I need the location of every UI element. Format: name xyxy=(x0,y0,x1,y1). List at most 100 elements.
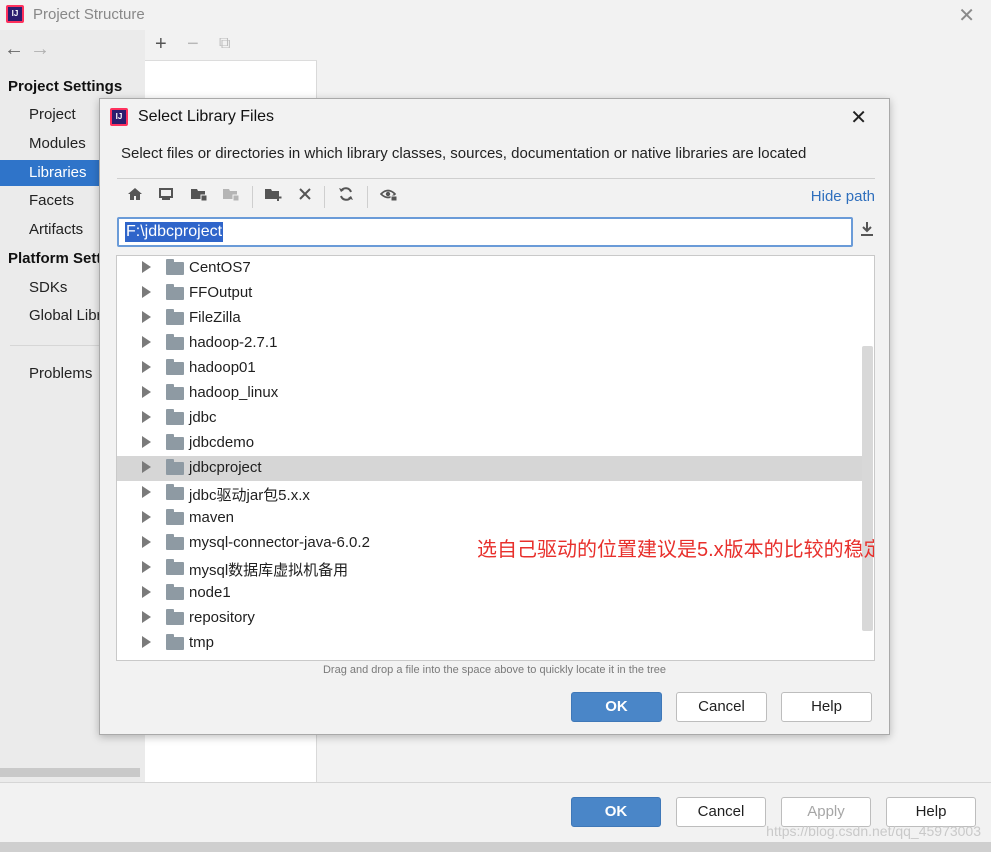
folder-icon xyxy=(166,484,184,500)
nav-arrows: ←→ xyxy=(4,38,56,61)
expand-arrow-icon[interactable] xyxy=(142,561,151,573)
folder-icon xyxy=(166,259,184,275)
dialog-close-button[interactable]: ✕ xyxy=(850,105,867,130)
tree-item-label: hadoop-2.7.1 xyxy=(189,334,278,351)
path-input[interactable]: F:\jdbcproject xyxy=(117,217,853,247)
folder-icon xyxy=(166,534,184,550)
tree-item[interactable]: FileZilla xyxy=(117,306,862,331)
back-arrow-icon[interactable]: ← xyxy=(4,38,30,60)
ok-button[interactable]: OK xyxy=(571,797,661,827)
expand-arrow-icon[interactable] xyxy=(142,611,151,623)
tree-item-label: mysql-connector-java-6.0.2 xyxy=(189,534,370,551)
tree-item-label: maven xyxy=(189,509,235,526)
drag-drop-hint: Drag and drop a file into the space abov… xyxy=(322,664,667,676)
window-title: Project Structure xyxy=(33,6,145,23)
expand-arrow-icon[interactable] xyxy=(142,261,151,273)
tree-item[interactable]: jdbc xyxy=(117,406,862,431)
new-folder-icon[interactable] xyxy=(262,186,284,208)
tree-item[interactable]: CentOS7 xyxy=(117,256,862,281)
tree-item[interactable]: FFOutput xyxy=(117,281,862,306)
expand-arrow-icon[interactable] xyxy=(142,286,151,298)
folder-icon xyxy=(166,434,184,450)
toolbar-separator xyxy=(367,186,368,208)
expand-arrow-icon[interactable] xyxy=(142,311,151,323)
sidebar-scrollbar[interactable] xyxy=(0,768,140,777)
folder-icon xyxy=(166,334,184,350)
delete-icon[interactable] xyxy=(294,186,316,208)
expand-arrow-icon[interactable] xyxy=(142,361,151,373)
tree-item-label: FileZilla xyxy=(189,309,241,326)
intellij-logo-icon: IJ xyxy=(110,108,128,126)
file-tree[interactable]: CentOS7 FFOutput FileZilla hadoop-2.7.1 … xyxy=(116,255,875,661)
project-settings-header: Project Settings xyxy=(8,78,123,95)
tree-item[interactable]: hadoop-2.7.1 xyxy=(117,331,862,356)
add-library-button[interactable]: + xyxy=(155,33,167,56)
desktop-icon[interactable] xyxy=(155,186,177,208)
expand-arrow-icon[interactable] xyxy=(142,411,151,423)
tree-item-label: jdbc xyxy=(189,409,217,426)
tree-item[interactable]: jdbc驱动jar包5.x.x xyxy=(117,481,862,506)
red-annotation-note: 选自己驱动的位置建议是5.x版本的比较的稳定 xyxy=(477,539,875,561)
remove-library-button[interactable]: − xyxy=(187,33,199,56)
folder-icon xyxy=(166,634,184,650)
expand-arrow-icon[interactable] xyxy=(142,511,151,523)
tree-item[interactable]: jdbcdemo xyxy=(117,431,862,456)
dialog-help-button[interactable]: Help xyxy=(781,692,872,722)
tree-item-selected[interactable]: jdbcproject xyxy=(117,456,862,481)
folder-icon xyxy=(166,509,184,525)
tree-item[interactable]: tmp xyxy=(117,631,862,656)
tree-item-label: repository xyxy=(189,609,255,626)
tree-item[interactable]: hadoop_linux xyxy=(117,381,862,406)
select-library-files-dialog: IJ Select Library Files ✕ Select files o… xyxy=(99,98,890,735)
window-close-button[interactable]: ✕ xyxy=(958,3,975,28)
tree-item-label: jdbcproject xyxy=(189,459,262,476)
tree-item[interactable]: repository xyxy=(117,606,862,631)
tree-scrollbar[interactable] xyxy=(862,346,873,631)
tree-item[interactable]: maven xyxy=(117,506,862,531)
folder-icon xyxy=(166,584,184,600)
home-icon[interactable] xyxy=(124,186,146,208)
download-icon[interactable] xyxy=(859,220,875,243)
tree-item[interactable]: hadoop01 xyxy=(117,356,862,381)
dialog-cancel-button[interactable]: Cancel xyxy=(676,692,767,722)
toolbar-separator xyxy=(324,186,325,208)
tree-item[interactable]: node1 xyxy=(117,581,862,606)
copy-library-button[interactable]: ⧉ xyxy=(219,35,230,53)
dialog-title: Select Library Files xyxy=(138,108,275,125)
tree-item-label: jdbc驱动jar包5.x.x xyxy=(189,487,310,504)
folder-icon xyxy=(166,284,184,300)
expand-arrow-icon[interactable] xyxy=(142,461,151,473)
project-folder-icon[interactable] xyxy=(188,186,210,208)
refresh-icon[interactable] xyxy=(335,186,357,208)
dialog-separator xyxy=(117,178,875,179)
folder-icon xyxy=(166,459,184,475)
module-folder-icon[interactable] xyxy=(220,186,242,208)
dialog-description: Select files or directories in which lib… xyxy=(121,145,807,162)
tree-item-label: CentOS7 xyxy=(189,259,251,276)
hide-path-link[interactable]: Hide path xyxy=(811,188,875,205)
expand-arrow-icon[interactable] xyxy=(142,586,151,598)
tree-item-label: jdbcdemo xyxy=(189,434,255,451)
expand-arrow-icon[interactable] xyxy=(142,486,151,498)
folder-icon xyxy=(166,559,184,575)
tree-item-label: hadoop_linux xyxy=(189,384,279,401)
forward-arrow-icon[interactable]: → xyxy=(30,38,56,60)
tree-item-label: node1 xyxy=(189,584,231,601)
expand-arrow-icon[interactable] xyxy=(142,636,151,648)
cancel-button[interactable]: Cancel xyxy=(676,797,766,827)
bottom-strip xyxy=(0,842,991,852)
expand-arrow-icon[interactable] xyxy=(142,536,151,548)
tree-item-label: FFOutput xyxy=(189,284,253,301)
tree-item-label: hadoop01 xyxy=(189,359,256,376)
folder-icon xyxy=(166,609,184,625)
libraries-toolbar: + − ⧉ xyxy=(145,30,317,61)
intellij-logo-icon: IJ xyxy=(6,5,24,23)
expand-arrow-icon[interactable] xyxy=(142,436,151,448)
dialog-ok-button[interactable]: OK xyxy=(571,692,662,722)
tree-item-label: tmp xyxy=(189,634,215,651)
expand-arrow-icon[interactable] xyxy=(142,386,151,398)
show-hidden-icon[interactable] xyxy=(378,186,400,208)
folder-icon xyxy=(166,384,184,400)
window-titlebar: IJ Project Structure ✕ xyxy=(0,0,991,30)
expand-arrow-icon[interactable] xyxy=(142,336,151,348)
